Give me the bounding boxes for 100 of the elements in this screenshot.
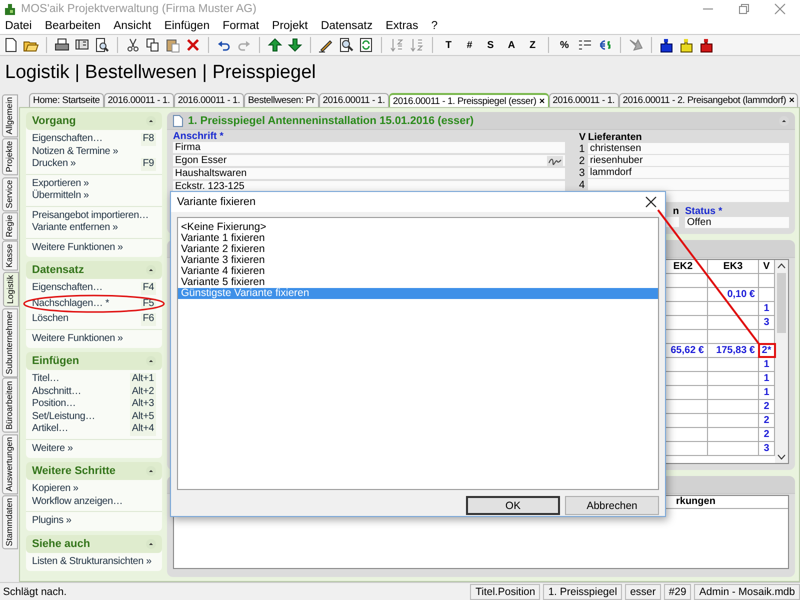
menu-item[interactable]: Extras <box>386 20 418 32</box>
menu-item[interactable]: Einfügen <box>164 20 210 32</box>
sidebar-link[interactable]: Exportieren » <box>32 178 89 190</box>
side-tab[interactable]: Stammdaten <box>2 494 18 550</box>
status-field[interactable]: Offen <box>685 217 789 229</box>
menu-item[interactable]: Datensatz <box>320 20 373 32</box>
sidebar-link[interactable]: Artikel… <box>32 423 68 436</box>
sidebar-link[interactable]: Übermitteln » <box>32 190 89 202</box>
side-tab[interactable]: Auswertungen <box>2 434 18 494</box>
collapse-icon[interactable] <box>146 265 156 275</box>
document-tab[interactable]: Home: Startseite <box>29 93 104 107</box>
menu-item[interactable]: Datei <box>5 20 32 32</box>
sidebar-link[interactable]: Nachschlagen… * <box>32 298 110 310</box>
side-tab[interactable]: Regie <box>2 212 18 240</box>
sidebar-link[interactable]: Plugins » <box>32 515 72 528</box>
document-tab[interactable]: 2016.00011 - 1. <box>174 93 244 107</box>
document-tab[interactable]: 2016.00011 - 2. Preisangebot (lammdorf) × <box>618 93 798 107</box>
collapse-icon[interactable] <box>146 356 156 366</box>
menu-item[interactable]: Ansicht <box>113 20 152 32</box>
sidebar-link[interactable]: Listen & Strukturansichten » <box>32 556 152 568</box>
sidebar-link[interactable]: Position… <box>32 398 76 410</box>
side-tab[interactable]: Logistik <box>3 272 19 307</box>
copy-icon[interactable] <box>145 37 161 53</box>
text-field[interactable]: christensen <box>588 142 789 154</box>
close-icon[interactable] <box>645 196 657 208</box>
search-icon[interactable] <box>338 37 354 53</box>
sidebar-link[interactable]: Löschen <box>32 313 68 326</box>
sidebar-link[interactable]: Preisangebot importieren… <box>32 210 149 222</box>
paste-icon[interactable] <box>165 37 181 53</box>
menu-item[interactable]: Format <box>222 20 260 32</box>
sidebar-link[interactable]: Drucken » <box>32 158 76 170</box>
section-header[interactable]: Siehe auch <box>26 534 162 552</box>
preview-icon[interactable] <box>94 37 110 53</box>
restore-icon[interactable] <box>738 3 750 15</box>
document-tab[interactable]: 2016.00011 - 1. <box>548 93 619 107</box>
document-tab[interactable]: 2016.00011 - 1. Preisspiegel (esser) × <box>388 93 549 107</box>
document-tab[interactable]: Bestellwesen: Pr <box>244 93 319 107</box>
option-list[interactable]: <Keine Fixierung> Variante 1 fixieren Variante 2 fixieren Variante 3 fixieren Variante 4 fixieren Variante 5 fixieren Günstigste Variante fixieren <box>177 217 659 490</box>
puzzle-icon[interactable] <box>659 37 675 53</box>
side-tab[interactable]: Projekte <box>2 138 18 176</box>
list-option[interactable]: <Keine Fixierung> <box>178 222 658 233</box>
list-option[interactable]: Variante 5 fixieren <box>178 277 658 288</box>
section-header[interactable]: Datensatz <box>26 261 162 279</box>
toolbar-button[interactable]: Z <box>524 40 541 50</box>
text-field[interactable] <box>588 178 789 190</box>
collapse-icon[interactable] <box>146 466 156 476</box>
menu-item[interactable]: Bearbeiten <box>44 20 100 32</box>
sidebar-link[interactable]: Abschnitt… <box>32 386 82 398</box>
list-option[interactable]: Variante 3 fixieren <box>178 255 658 266</box>
text-field[interactable]: riesenhuber <box>588 154 789 166</box>
scissors-icon[interactable] <box>125 37 141 53</box>
toolbar-button[interactable]: # <box>461 40 478 50</box>
list-option[interactable]: Variante 4 fixieren <box>178 266 658 277</box>
text-field[interactable]: lammdorf <box>588 166 789 178</box>
cancel-button[interactable]: Abbrechen <box>565 496 659 515</box>
collapse-icon[interactable] <box>146 116 156 126</box>
sort-icon[interactable] <box>389 37 405 53</box>
refresh-icon[interactable] <box>358 37 374 53</box>
sidebar-link[interactable]: Set/Leistung… <box>32 410 95 423</box>
up-arrow-icon[interactable] <box>267 37 283 53</box>
sidebar-link[interactable]: Variante entfernen » <box>32 222 118 234</box>
close-tab-button[interactable]: × <box>539 96 545 106</box>
toolbar-button[interactable]: T <box>440 40 457 50</box>
toolbar-button[interactable]: A <box>503 40 520 50</box>
scrollbar[interactable] <box>775 260 788 463</box>
sidebar-link[interactable]: Eigenschaften… <box>32 282 103 294</box>
new-document-icon[interactable] <box>3 37 19 53</box>
menu-item[interactable]: Projekt <box>272 20 308 32</box>
toolbar-button[interactable]: S <box>482 40 499 50</box>
sidebar-link[interactable]: Workflow anzeigen… <box>32 496 123 508</box>
section-header[interactable]: Vorgang <box>26 112 162 130</box>
collapse-icon[interactable] <box>146 538 156 548</box>
list-option[interactable]: Variante 1 fixieren <box>178 233 658 244</box>
toolbar-button[interactable]: % <box>556 40 573 50</box>
sidebar-link[interactable]: Eigenschaften… <box>32 133 103 146</box>
close-tab-button[interactable]: × <box>789 95 794 106</box>
signature-icon[interactable] <box>547 156 563 166</box>
ok-button[interactable]: OK <box>466 496 560 515</box>
sort-icon[interactable] <box>409 37 425 53</box>
menu-item[interactable]: ? <box>431 20 438 32</box>
document-tab[interactable]: 2016.00011 - 1. <box>318 93 389 107</box>
side-tab[interactable]: Service <box>2 176 18 211</box>
scroll-thumb[interactable] <box>777 273 786 333</box>
delete-icon[interactable] <box>185 37 201 53</box>
scroll-down-icon[interactable] <box>777 454 786 460</box>
sidebar-link[interactable]: Weitere Funktionen » <box>32 242 123 254</box>
collapse-icon[interactable] <box>779 116 789 126</box>
sidebar-link[interactable]: Weitere Funktionen » <box>32 332 123 345</box>
side-tab[interactable]: Kasse <box>2 241 18 271</box>
tool-icon[interactable] <box>628 37 644 53</box>
section-header[interactable]: Einfügen <box>26 352 162 370</box>
section-header[interactable]: Weitere Schritte <box>26 462 162 480</box>
text-field[interactable]: Egon Esser <box>173 155 565 167</box>
sidebar-link[interactable]: Notizen & Termine » <box>32 146 118 158</box>
text-field[interactable]: Firma <box>173 142 565 154</box>
sidebar-link[interactable]: Weitere » <box>32 442 73 455</box>
scroll-up-icon[interactable] <box>777 263 786 269</box>
printer-icon[interactable] <box>54 37 70 53</box>
side-tab[interactable]: Büroarbeiten <box>2 378 18 433</box>
list-option[interactable]: Variante 2 fixieren <box>178 244 658 255</box>
